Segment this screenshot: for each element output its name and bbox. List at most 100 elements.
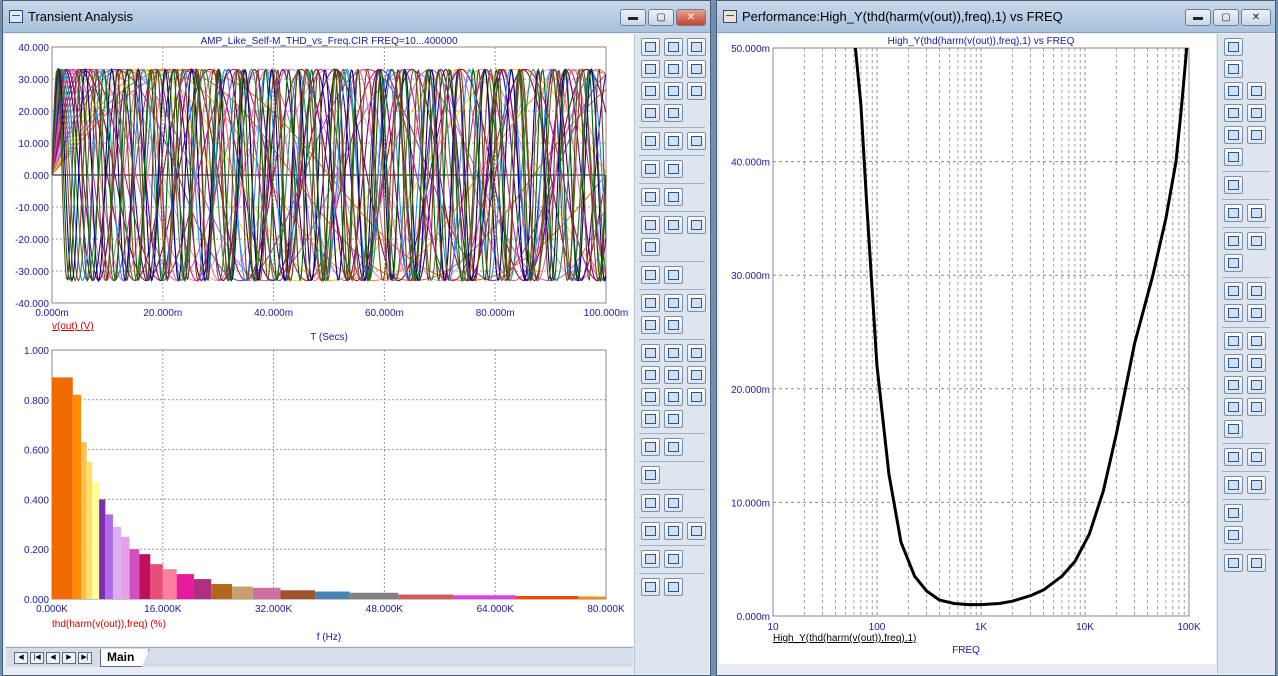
graph-button[interactable]	[1224, 82, 1243, 100]
zoom-out-button[interactable]	[664, 522, 683, 540]
fx-button[interactable]	[1247, 126, 1266, 144]
slope-button[interactable]	[664, 82, 683, 100]
peak-button[interactable]	[1224, 332, 1243, 350]
inflection-button[interactable]	[664, 366, 683, 384]
box-zoom-button[interactable]	[641, 188, 660, 206]
right-maximize-button[interactable]: ▢	[1213, 9, 1239, 26]
area-button[interactable]	[664, 188, 683, 206]
tab-nav-first[interactable]: ◀	[14, 652, 28, 664]
paste-button[interactable]	[1247, 554, 1266, 572]
scope-button[interactable]	[1224, 60, 1243, 78]
valley-button[interactable]	[664, 344, 683, 362]
low-button[interactable]	[641, 366, 660, 384]
global-high-button[interactable]	[1247, 376, 1266, 394]
curve-button[interactable]	[687, 60, 706, 78]
run-button[interactable]	[641, 132, 660, 150]
left-maximize-button[interactable]: ▢	[648, 9, 674, 26]
valley-button[interactable]	[1247, 332, 1266, 350]
font-button[interactable]	[1224, 526, 1243, 544]
slope-cursor-button[interactable]	[1224, 398, 1243, 416]
x-axis-button[interactable]	[641, 294, 660, 312]
low-button[interactable]	[1247, 354, 1266, 372]
fx-button[interactable]	[687, 82, 706, 100]
palette-button[interactable]	[641, 550, 660, 568]
tile-vertical-button[interactable]	[664, 216, 683, 234]
axis-button[interactable]	[1247, 104, 1266, 122]
paste-button[interactable]	[664, 578, 683, 596]
global-high-button[interactable]	[687, 366, 706, 384]
left-close-button[interactable]: ✕	[676, 9, 706, 26]
mid-button[interactable]	[1247, 398, 1266, 416]
tab-nav-next[interactable]: ▶	[62, 652, 76, 664]
thd-bar-chart[interactable]: 0.000K 16.000K 32.000K 48.000K 64.000K 80.000…	[5, 344, 634, 646]
tile-single-button[interactable]	[1224, 254, 1243, 272]
fx-axis-button[interactable]	[687, 294, 706, 312]
y-axis-button[interactable]	[1247, 282, 1266, 300]
cursor-left-button[interactable]	[641, 160, 660, 178]
high-button[interactable]	[1224, 354, 1243, 372]
fill-button[interactable]	[664, 410, 683, 428]
performance-plot-area[interactable]: 10 100 1K 10K 100K 50.000m 40.000m 30.000m 20.00…	[719, 34, 1216, 664]
envelope-button[interactable]	[1224, 420, 1243, 438]
y-axis-button[interactable]	[664, 294, 683, 312]
clipboard-button[interactable]	[641, 438, 660, 456]
zoom-in-button[interactable]	[641, 522, 660, 540]
text-tool-button[interactable]	[1224, 148, 1243, 166]
cursor-right-button[interactable]	[1247, 204, 1266, 222]
tab-main[interactable]: Main	[100, 649, 150, 667]
fit-y-button[interactable]	[664, 494, 683, 512]
right-close-button[interactable]: ✕	[1241, 9, 1271, 26]
stop-button[interactable]	[664, 132, 683, 150]
dropdown-arrow-button[interactable]	[687, 38, 706, 56]
right-minimize-button[interactable]: ▬	[1185, 9, 1211, 26]
grid-button[interactable]	[664, 60, 683, 78]
text-tool-button[interactable]	[641, 104, 660, 122]
number-button[interactable]	[641, 466, 660, 484]
split-button[interactable]	[641, 266, 660, 284]
tab-nav-prev-page[interactable]: |◀	[30, 652, 44, 664]
fx-axis-button[interactable]	[1224, 304, 1243, 322]
fit-x-button[interactable]	[641, 494, 660, 512]
tile-single-button[interactable]	[641, 238, 660, 256]
cursor-right-button[interactable]	[664, 160, 683, 178]
slope-cursor-button[interactable]	[641, 388, 660, 406]
notes-button[interactable]	[664, 316, 683, 334]
select-arrow-button[interactable]	[641, 38, 660, 56]
zoom-100-button[interactable]	[687, 522, 706, 540]
slope-button[interactable]	[1224, 126, 1243, 144]
fit-x-button[interactable]	[1224, 448, 1243, 466]
envelope-button[interactable]	[641, 410, 660, 428]
list-button[interactable]	[664, 438, 683, 456]
properties-button[interactable]	[664, 104, 683, 122]
marker-button[interactable]	[1247, 304, 1266, 322]
transient-plot-area[interactable]: 0.000m 20.000m 40.000m 60.000m 80.000m 100.00…	[5, 34, 634, 646]
cursor-left-button[interactable]	[1224, 204, 1243, 222]
performance-thd-chart[interactable]: 10 100 1K 10K 100K 50.000m 40.000m 30.000m 20.00…	[719, 34, 1216, 664]
left-titlebar[interactable]: Transient Analysis ▬ ▢ ✕	[3, 1, 710, 33]
inflection-button[interactable]	[1224, 376, 1243, 394]
right-titlebar[interactable]: Performance:High_Y(thd(harm(v(out)),freq…	[717, 1, 1275, 33]
tile-horizontal-button[interactable]	[641, 216, 660, 234]
palette-button[interactable]	[1224, 504, 1243, 522]
select-arrow-button[interactable]	[1224, 38, 1243, 56]
x-axis-button[interactable]	[1224, 282, 1243, 300]
mid-button[interactable]	[664, 388, 683, 406]
tile-horizontal-button[interactable]	[1224, 232, 1243, 250]
copy-button[interactable]	[1224, 554, 1243, 572]
font-button[interactable]	[664, 550, 683, 568]
transient-voltage-chart[interactable]: 0.000m 20.000m 40.000m 60.000m 80.000m 100.00…	[5, 34, 634, 344]
fit-y-button[interactable]	[1247, 448, 1266, 466]
scope-button[interactable]	[664, 38, 683, 56]
zoom-in-button[interactable]	[1224, 476, 1243, 494]
tab-nav-prev[interactable]: ◀	[46, 652, 60, 664]
properties-button[interactable]	[1224, 176, 1243, 194]
axis-button[interactable]	[641, 82, 660, 100]
tile-vertical-button[interactable]	[1247, 232, 1266, 250]
curve-button[interactable]	[1224, 104, 1243, 122]
left-minimize-button[interactable]: ▬	[620, 9, 646, 26]
pause-button[interactable]	[687, 132, 706, 150]
zoom-out-button[interactable]	[1247, 476, 1266, 494]
high-button[interactable]	[687, 344, 706, 362]
copy-button[interactable]	[641, 578, 660, 596]
graph-button[interactable]	[641, 60, 660, 78]
